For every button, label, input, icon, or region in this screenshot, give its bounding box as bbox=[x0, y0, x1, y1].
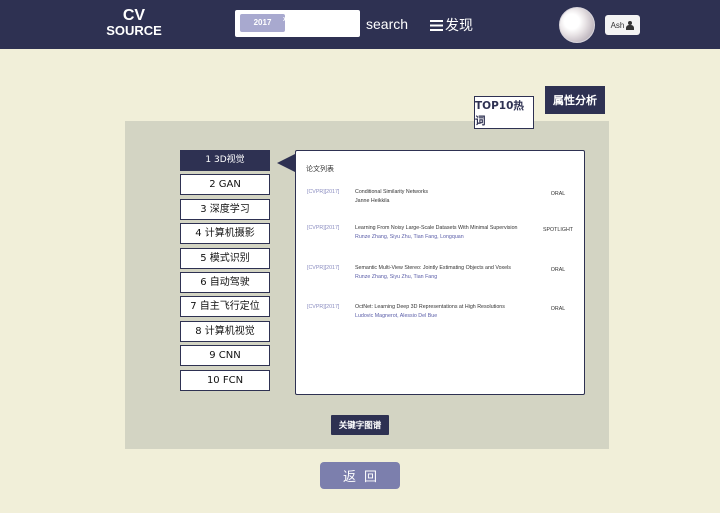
paper-authors: Janne Heikkila bbox=[355, 198, 390, 204]
paper-venue: [CVPR][2017] bbox=[307, 304, 340, 310]
discover-menu[interactable]: 发现 bbox=[430, 15, 473, 35]
paper-authors: Runze Zhang, Siyu Zhu, Tian Fang bbox=[355, 274, 438, 280]
search-button[interactable]: search bbox=[366, 16, 408, 32]
paper-title[interactable]: OctNet: Learning Deep 3D Representations… bbox=[355, 304, 505, 310]
paper-type: ORAL bbox=[550, 267, 566, 273]
logo-line-1: CV bbox=[122, 7, 146, 24]
paper-authors: Runze Zhang, Siyu Zhu, Tian Fang, Longqu… bbox=[355, 234, 464, 240]
category-item[interactable]: 7 自主飞行定位 bbox=[180, 296, 270, 318]
category-item[interactable]: 2 GAN bbox=[180, 174, 270, 196]
paper-venue: [CVPR][2017] bbox=[307, 189, 340, 195]
discover-label: 发现 bbox=[445, 18, 473, 34]
category-item[interactable]: 10 FCN bbox=[180, 369, 270, 391]
category-item[interactable]: 1 3D视觉 bbox=[180, 150, 270, 171]
paper-type: ORAL bbox=[550, 191, 566, 197]
category-item[interactable]: 9 CNN bbox=[180, 345, 270, 367]
paper-row[interactable]: [CVPR][2017] OctNet: Learning Deep 3D Re… bbox=[296, 304, 584, 334]
top10-keywords-button[interactable]: TOP10热词 bbox=[474, 96, 534, 129]
logo[interactable]: CV SOURCE bbox=[104, 7, 164, 39]
paper-list-title: 论文列表 bbox=[306, 165, 334, 173]
paper-row[interactable]: [CVPR][2017] Learning From Noisy Large-S… bbox=[296, 225, 584, 255]
user-icon bbox=[626, 20, 635, 30]
paper-authors: Ludovic Magnerot, Alessio Del Bue bbox=[355, 313, 438, 319]
category-list: 1 3D视觉 2 GAN 3 深度学习 4 计算机摄影 5 模式识别 6 自动驾… bbox=[180, 150, 270, 394]
paper-title[interactable]: Conditional Similarity Networks bbox=[355, 189, 428, 195]
attribute-analysis-button[interactable]: 属性分析 bbox=[545, 86, 605, 114]
avatar[interactable] bbox=[559, 7, 595, 43]
paper-venue: [CVPR][2017] bbox=[307, 225, 340, 231]
category-item[interactable]: 6 自动驾驶 bbox=[180, 271, 270, 293]
selection-pointer bbox=[277, 154, 295, 172]
category-item[interactable]: 8 计算机视觉 bbox=[180, 320, 270, 342]
paper-row[interactable]: [CVPR][2017] Conditional Similarity Netw… bbox=[296, 189, 584, 219]
category-item[interactable]: 4 计算机摄影 bbox=[180, 223, 270, 245]
category-item[interactable]: 3 深度学习 bbox=[180, 198, 270, 220]
tag-close-icon[interactable]: x bbox=[283, 16, 287, 23]
paper-type: ORAL bbox=[550, 306, 566, 312]
keyword-graph-button[interactable]: 关键字图谱 bbox=[331, 415, 389, 435]
paper-title[interactable]: Semantic Multi-View Stereo: Jointly Esti… bbox=[355, 265, 511, 271]
paper-venue: [CVPR][2017] bbox=[307, 265, 340, 271]
back-button[interactable]: 返回 bbox=[320, 462, 400, 489]
search-input[interactable]: 2017 x bbox=[235, 10, 360, 37]
paper-list-panel: 论文列表 [CVPR][2017] Conditional Similarity… bbox=[295, 150, 585, 395]
logo-line-2: SOURCE bbox=[106, 23, 162, 38]
user-button[interactable]: Ash bbox=[605, 15, 640, 35]
user-name: Ash bbox=[610, 20, 625, 30]
paper-type: SPOTLIGHT bbox=[542, 227, 574, 233]
category-item[interactable]: 5 模式识别 bbox=[180, 247, 270, 269]
top-navigation-bar: CV SOURCE 2017 x search 发现 Ash bbox=[0, 0, 720, 49]
menu-icon bbox=[430, 19, 443, 31]
year-filter-tag[interactable]: 2017 x bbox=[240, 14, 287, 32]
paper-title[interactable]: Learning From Noisy Large-Scale Datasets… bbox=[355, 225, 518, 231]
year-tag-label: 2017 bbox=[253, 18, 272, 27]
paper-row[interactable]: [CVPR][2017] Semantic Multi-View Stereo:… bbox=[296, 265, 584, 295]
